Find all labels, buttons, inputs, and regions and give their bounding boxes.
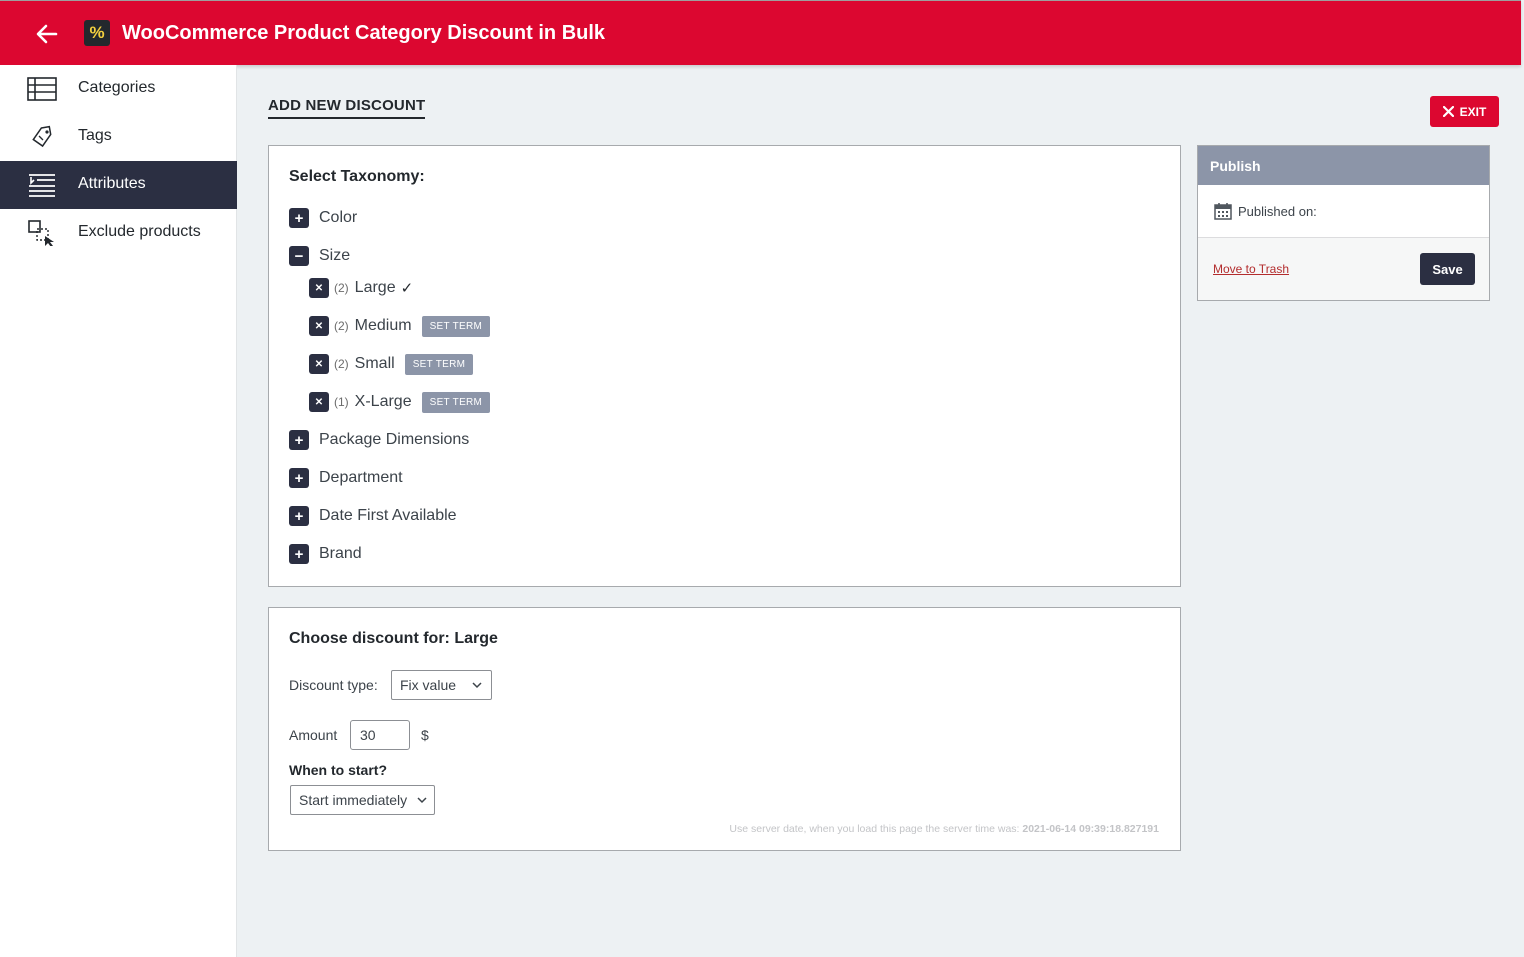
server-time: 2021-06-14 09:39:18.827191 <box>1022 823 1159 835</box>
taxonomy-item-package-dimensions[interactable]: + Package Dimensions <box>289 430 469 450</box>
taxonomy-label: Date First Available <box>319 507 457 524</box>
sidebar-item-attributes[interactable]: Attributes <box>0 161 237 209</box>
term-row-small[interactable]: ✕ (2) Small SET TERM <box>309 353 474 375</box>
taxonomy-panel: Select Taxonomy: + Color − Size ✕ (2) La… <box>268 145 1181 587</box>
exclude-icon <box>28 220 54 246</box>
set-term-button[interactable]: SET TERM <box>404 353 474 375</box>
tag-icon <box>32 125 52 148</box>
taxonomy-item-brand[interactable]: + Brand <box>289 544 362 564</box>
taxonomy-item-department[interactable]: + Department <box>289 468 403 488</box>
expand-icon[interactable]: + <box>289 430 309 450</box>
taxonomy-title: Select Taxonomy: <box>289 168 425 185</box>
list-icon <box>27 77 57 101</box>
taxonomy-item-size[interactable]: − Size <box>289 246 350 266</box>
taxonomy-item-color[interactable]: + Color <box>289 208 357 228</box>
app-header: % WooCommerce Product Category Discount … <box>0 0 1521 65</box>
taxonomy-label: Department <box>319 469 403 486</box>
server-time-note: Use server date, when you load this page… <box>729 823 1159 835</box>
amount-input[interactable]: 30 <box>350 720 410 750</box>
term-row-large[interactable]: ✕ (2) Large ✓ <box>309 278 413 298</box>
checkmark-icon: ✓ <box>400 280 414 297</box>
term-count: (1) <box>334 395 349 409</box>
move-to-trash-link[interactable]: Move to Trash <box>1213 262 1289 276</box>
start-select[interactable]: Start immediately <box>290 785 435 815</box>
when-to-start-label: When to start? <box>289 762 387 778</box>
sidebar: Categories Tags Attributes Exclude produ… <box>0 65 237 957</box>
save-button[interactable]: Save <box>1420 253 1475 285</box>
discount-type-value: Fix value <box>400 677 457 693</box>
chevron-down-icon <box>417 797 427 804</box>
term-count: (2) <box>334 319 349 333</box>
sidebar-item-label: Exclude products <box>78 223 201 240</box>
term-name: Small <box>354 355 395 372</box>
sidebar-item-categories[interactable]: Categories <box>0 65 237 113</box>
term-count: (2) <box>334 281 349 295</box>
currency-symbol: $ <box>421 727 429 743</box>
term-row-x-large[interactable]: ✕ (1) X-Large SET TERM <box>309 391 491 413</box>
app-logo: % <box>84 20 110 46</box>
remove-term-icon[interactable]: ✕ <box>309 278 329 298</box>
chevron-down-icon <box>472 682 482 689</box>
attributes-icon <box>29 174 55 197</box>
exit-button[interactable]: EXIT <box>1430 96 1499 127</box>
publish-title: Publish <box>1198 146 1489 185</box>
page-title: ADD NEW DISCOUNT <box>268 97 426 119</box>
sidebar-item-label: Attributes <box>78 175 146 192</box>
term-row-medium[interactable]: ✕ (2) Medium SET TERM <box>309 315 491 337</box>
calendar-icon <box>1214 203 1232 220</box>
discount-panel: Choose discount for: Large Discount type… <box>268 607 1181 851</box>
sidebar-item-exclude-products[interactable]: Exclude products <box>0 209 237 257</box>
expand-icon[interactable]: + <box>289 506 309 526</box>
amount-value: 30 <box>360 727 376 743</box>
server-note-text: Use server date, when you load this page… <box>729 823 1023 835</box>
collapse-icon[interactable]: − <box>289 246 309 266</box>
remove-term-icon[interactable]: ✕ <box>309 316 329 336</box>
taxonomy-label: Size <box>319 247 351 264</box>
back-arrow-icon[interactable] <box>34 21 60 47</box>
taxonomy-label: Package Dimensions <box>319 431 470 448</box>
publish-panel: Publish Published on: Move to Trash Save <box>1197 145 1490 301</box>
exit-label: EXIT <box>1459 104 1487 119</box>
close-icon <box>1442 106 1454 117</box>
app-title: WooCommerce Product Category Discount in… <box>122 22 606 44</box>
set-term-button[interactable]: SET TERM <box>421 315 491 337</box>
publish-body: Published on: <box>1198 185 1489 238</box>
sidebar-item-tags[interactable]: Tags <box>0 113 237 161</box>
start-value: Start immediately <box>299 792 408 808</box>
logo-glyph: % <box>89 23 105 42</box>
taxonomy-label: Brand <box>319 545 362 562</box>
term-name: Medium <box>354 317 412 334</box>
expand-icon[interactable]: + <box>289 468 309 488</box>
amount-label: Amount <box>289 727 338 743</box>
sidebar-item-label: Tags <box>78 127 112 144</box>
term-name: Large <box>354 279 396 296</box>
set-term-button[interactable]: SET TERM <box>421 391 491 413</box>
published-on-label: Published on: <box>1238 204 1317 219</box>
taxonomy-label: Color <box>319 209 358 226</box>
term-count: (2) <box>334 357 349 371</box>
remove-term-icon[interactable]: ✕ <box>309 354 329 374</box>
sidebar-item-label: Categories <box>78 79 156 96</box>
expand-icon[interactable]: + <box>289 208 309 228</box>
discount-type-label: Discount type: <box>289 677 378 693</box>
remove-term-icon[interactable]: ✕ <box>309 392 329 412</box>
discount-title: Choose discount for: Large <box>289 630 498 647</box>
discount-type-select[interactable]: Fix value <box>391 670 492 700</box>
taxonomy-item-date-first-available[interactable]: + Date First Available <box>289 506 457 526</box>
expand-icon[interactable]: + <box>289 544 309 564</box>
term-name: X-Large <box>354 393 412 410</box>
